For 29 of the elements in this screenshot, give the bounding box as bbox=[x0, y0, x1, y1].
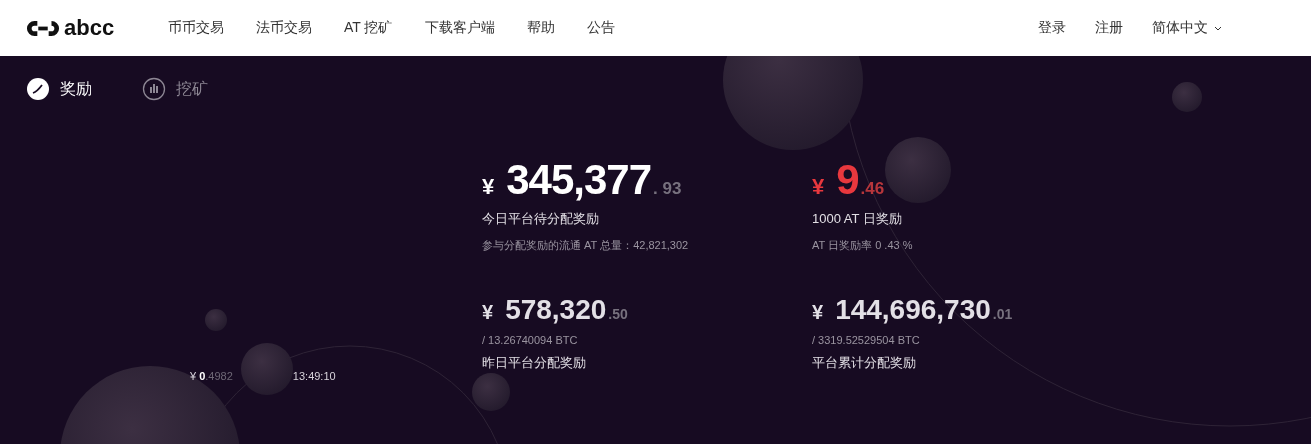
nav-link[interactable]: 币币交易 bbox=[168, 19, 224, 37]
amount-text: ¥ 578,320.50 bbox=[482, 294, 629, 326]
register-link[interactable]: 注册 bbox=[1095, 19, 1123, 37]
amount-text: ¥ 9.46 bbox=[812, 156, 886, 204]
logo-icon bbox=[26, 18, 60, 38]
amount-text: ¥ 144,696,730.01 bbox=[812, 294, 1014, 326]
nav-link[interactable]: 公告 bbox=[586, 19, 615, 37]
stat-label: 今日平台待分配奖励 bbox=[482, 210, 600, 228]
amount-text: ¥ 345,377. 93 bbox=[482, 156, 683, 204]
stat-note: 参与分配奖励的流通 AT 总量：42,821,302 bbox=[482, 238, 690, 253]
login-link[interactable]: 登录 bbox=[1038, 19, 1066, 37]
time-text: 13:49:10 bbox=[292, 370, 336, 382]
nav-link[interactable]: 法币交易 bbox=[256, 19, 312, 37]
tab[interactable]: 奖励 bbox=[26, 77, 92, 101]
stat-label: 1000 AT 日奖励 bbox=[812, 210, 903, 228]
stat-note: / 13.26740094 BTC bbox=[482, 334, 579, 346]
logo-text[interactable]: abcc bbox=[64, 15, 115, 41]
nav-link[interactable]: AT 挖矿 bbox=[344, 19, 393, 37]
tab[interactable]: 挖矿 bbox=[142, 77, 208, 101]
stat-note: / 3319.52529504 BTC bbox=[812, 334, 921, 346]
stat-label: 昨日平台分配奖励 bbox=[482, 354, 587, 372]
price-text: ¥ 0.4982 bbox=[190, 370, 233, 382]
caret-icon bbox=[1214, 25, 1222, 31]
nav-link[interactable]: 下载客户端 bbox=[424, 19, 495, 37]
bar-chart-icon bbox=[142, 77, 166, 101]
stat-label: 平台累计分配奖励 bbox=[812, 354, 917, 372]
nav-link[interactable]: 帮助 bbox=[526, 19, 555, 37]
stat-note: AT 日奖励率 0 .43 % bbox=[812, 238, 914, 253]
language-selector[interactable]: 简体中文 bbox=[1152, 19, 1222, 37]
